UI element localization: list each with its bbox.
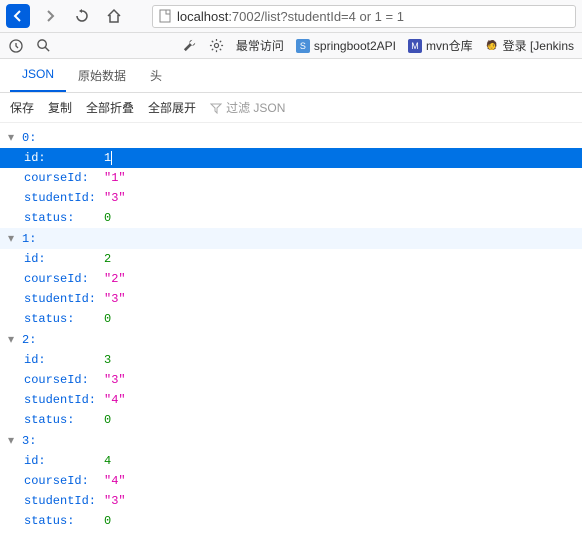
array-index[interactable]: ▾0: — [0, 127, 582, 148]
table-row[interactable]: studentId:"3" — [0, 188, 582, 208]
back-button[interactable] — [6, 4, 30, 28]
table-row[interactable]: courseId:"2" — [0, 269, 582, 289]
collapse-all-button[interactable]: 全部折叠 — [86, 99, 134, 116]
bookmark-mvn[interactable]: Mmvn仓库 — [408, 37, 473, 54]
actions-bar: 保存 复制 全部折叠 全部展开 过滤 JSON — [0, 93, 582, 123]
copy-button[interactable]: 复制 — [48, 99, 72, 116]
array-index[interactable]: ▾3: — [0, 430, 582, 451]
save-button[interactable]: 保存 — [10, 99, 34, 116]
gear-icon[interactable] — [209, 38, 224, 53]
table-row[interactable]: status:0 — [0, 511, 582, 531]
table-row[interactable]: courseId:"3" — [0, 370, 582, 390]
array-index[interactable]: ▾2: — [0, 329, 582, 350]
forward-button[interactable] — [38, 4, 62, 28]
nav-toolbar: localhost:7002/list?studentId=4 or 1 = 1 — [0, 0, 582, 33]
filter-icon — [210, 102, 222, 114]
bookmark-springboot[interactable]: Sspringboot2API — [296, 39, 396, 53]
table-row[interactable]: id:4 — [0, 451, 582, 471]
bookmark-frequent[interactable]: 最常访问 — [236, 37, 284, 54]
tab-headers[interactable]: 头 — [138, 59, 174, 92]
chevron-down-icon: ▾ — [8, 130, 20, 145]
table-row[interactable]: studentId:"4" — [0, 390, 582, 410]
table-row[interactable]: status:0 — [0, 410, 582, 430]
bookmark-jenkins[interactable]: 🧑登录 [Jenkins — [485, 37, 574, 54]
page-icon — [159, 9, 171, 23]
url-text: localhost:7002/list?studentId=4 or 1 = 1 — [177, 9, 569, 24]
tab-raw[interactable]: 原始数据 — [66, 59, 138, 92]
chevron-down-icon: ▾ — [8, 231, 20, 246]
history-icon[interactable] — [8, 38, 24, 54]
table-row[interactable]: courseId:"4" — [0, 471, 582, 491]
bookmarks-bar: 最常访问 Sspringboot2API Mmvn仓库 🧑登录 [Jenkins — [0, 33, 582, 59]
reload-button[interactable] — [70, 4, 94, 28]
table-row[interactable]: id:1 — [0, 148, 582, 168]
table-row[interactable]: courseId:"1" — [0, 168, 582, 188]
table-row[interactable]: studentId:"3" — [0, 289, 582, 309]
wrench-icon[interactable] — [182, 38, 197, 53]
tab-json[interactable]: JSON — [10, 59, 66, 92]
viewer-tabs: JSON 原始数据 头 — [0, 59, 582, 93]
chevron-down-icon: ▾ — [8, 433, 20, 448]
json-tree: ▾0: id:1 courseId:"1" studentId:"3" stat… — [0, 123, 582, 533]
table-row[interactable]: id:2 — [0, 249, 582, 269]
jenkins-icon: 🧑 — [485, 39, 499, 53]
table-row[interactable]: status:0 — [0, 309, 582, 329]
table-row[interactable]: studentId:"3" — [0, 491, 582, 511]
filter-input[interactable]: 过滤 JSON — [210, 99, 285, 116]
home-button[interactable] — [102, 4, 126, 28]
search-icon[interactable] — [36, 38, 51, 53]
expand-all-button[interactable]: 全部展开 — [148, 99, 196, 116]
chevron-down-icon: ▾ — [8, 332, 20, 347]
table-row[interactable]: status:0 — [0, 208, 582, 228]
array-index[interactable]: ▾1: — [0, 228, 582, 249]
table-row[interactable]: id:3 — [0, 350, 582, 370]
url-bar[interactable]: localhost:7002/list?studentId=4 or 1 = 1 — [152, 5, 576, 28]
